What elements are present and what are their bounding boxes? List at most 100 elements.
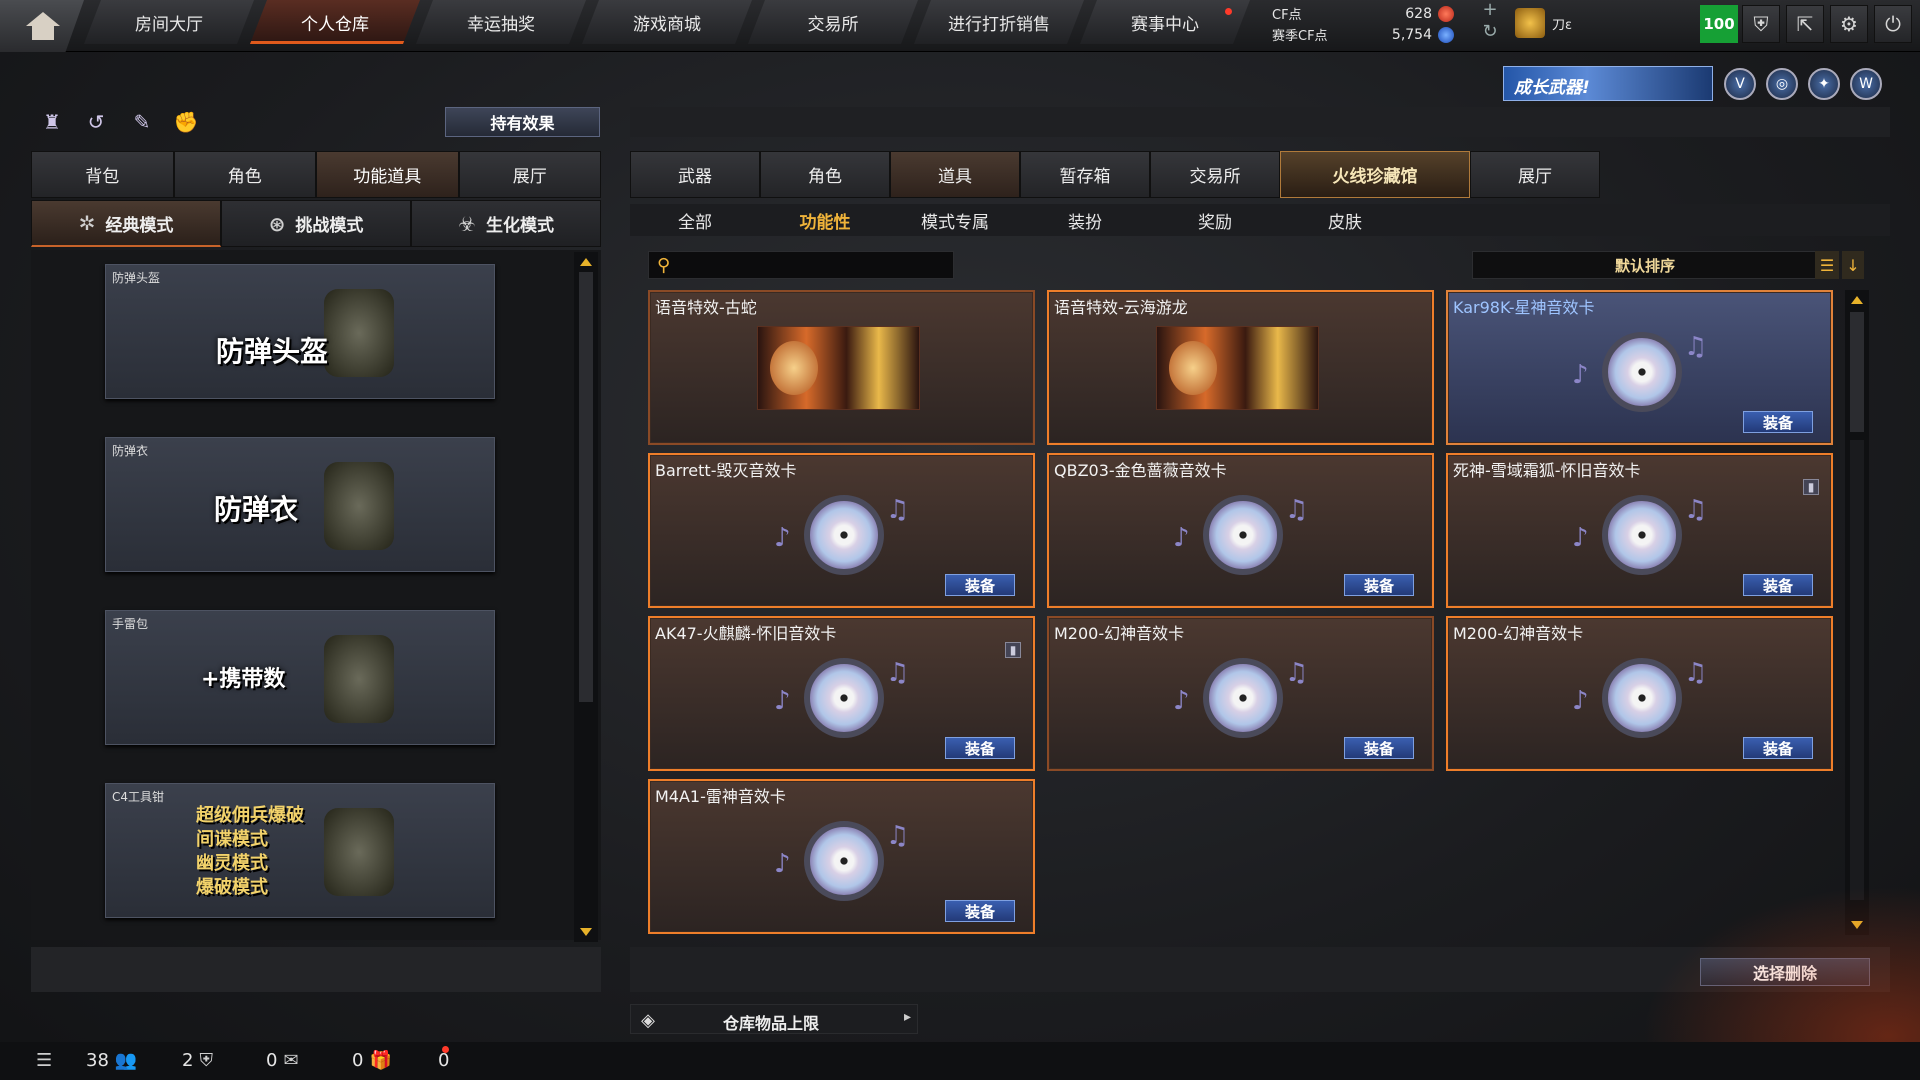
list-icon: ☰ <box>36 1050 53 1071</box>
tab-lucky-draw[interactable]: 幸运抽奖 <box>416 0 586 44</box>
item-card[interactable]: Barrett-毁灭音效卡 ♪ ♫ 装备 <box>648 453 1035 608</box>
subtab-functional[interactable]: 功能性 <box>760 204 890 236</box>
scroll-down-icon[interactable] <box>1851 921 1863 929</box>
sort-dropdown[interactable]: 默认排序 <box>1472 251 1818 279</box>
music-note-icon: ♫ <box>1684 332 1708 362</box>
scroll-up-icon[interactable] <box>1851 296 1863 304</box>
tab-challenge-mode[interactable]: ⊛ 挑战模式 <box>221 200 411 247</box>
w-badge-icon[interactable]: W <box>1850 68 1882 100</box>
equip-button[interactable]: 装备 <box>945 574 1015 596</box>
tab-discount-sale[interactable]: 进行打折销售 <box>914 0 1084 44</box>
equip-button[interactable]: 装备 <box>945 900 1015 922</box>
tab-characters[interactable]: 角色 <box>760 151 890 198</box>
held-effects-button[interactable]: 持有效果 <box>445 107 600 137</box>
tab-showroom-inv[interactable]: 展厅 <box>1470 151 1600 198</box>
slot-grenade-pack[interactable]: 手雷包 +携带数 <box>105 610 495 745</box>
crest-badge-icon[interactable]: ✦ <box>1808 68 1840 100</box>
power-icon[interactable]: ⏻ <box>1874 5 1912 43</box>
status-gifts[interactable]: 0 🎁 <box>352 1050 392 1071</box>
subtab-all[interactable]: 全部 <box>630 204 760 236</box>
sound-card-disc-icon: ♪ ♫ <box>1566 493 1716 578</box>
status-notifications[interactable]: 0 <box>438 1050 449 1071</box>
item-card[interactable]: M200-幻神音效卡 ♪ ♫ 装备 <box>1047 616 1434 771</box>
equip-button[interactable]: 装备 <box>1743 574 1813 596</box>
settings-gear-icon[interactable]: ⚙ <box>1830 5 1868 43</box>
tab-collection-hall[interactable]: 火线珍藏馆 <box>1280 151 1470 198</box>
item-card[interactable]: QBZ03-金色蔷薇音效卡 ♪ ♫ 装备 <box>1047 453 1434 608</box>
shield-icon[interactable]: ⛨ <box>1742 5 1780 43</box>
sort-list-icon[interactable]: ☰ <box>1815 251 1839 279</box>
tab-function-items[interactable]: 功能道具 <box>316 151 459 198</box>
refresh-icon[interactable]: ↻ <box>1482 23 1498 41</box>
item-card[interactable]: Kar98K-星神音效卡 ♪ ♫ 装备 <box>1446 290 1833 445</box>
pliers-icon <box>324 808 394 896</box>
music-note-icon: ♪ <box>1572 686 1589 716</box>
slot-helmet[interactable]: 防弹头盔 防弹头盔 <box>105 264 495 399</box>
status-messages[interactable]: 0 ✉ <box>266 1050 299 1071</box>
scroll-up-icon[interactable] <box>580 258 592 266</box>
exit-icon[interactable]: ⇱ <box>1786 5 1824 43</box>
tab-biochem-mode[interactable]: ☣ 生化模式 <box>411 200 601 247</box>
add-currency-icon[interactable]: + <box>1482 1 1498 19</box>
voice-effect-snake-image <box>757 326 920 410</box>
tab-exchange-inv[interactable]: 交易所 <box>1150 151 1280 198</box>
equip-button[interactable]: 装备 <box>1743 411 1813 433</box>
scroll-down-icon[interactable] <box>580 928 592 936</box>
tab-storage-box[interactable]: 暂存箱 <box>1020 151 1150 198</box>
equip-button[interactable]: 装备 <box>1344 574 1414 596</box>
item-card[interactable]: 语音特效-云海游龙 <box>1047 290 1434 445</box>
tab-game-store[interactable]: 游戏商城 <box>582 0 752 44</box>
globe-badge-icon[interactable]: ◎ <box>1766 68 1798 100</box>
search-input[interactable] <box>683 254 943 276</box>
growth-weapon-banner[interactable]: 成长武器! <box>1503 66 1713 101</box>
fist-icon[interactable]: ✊ <box>172 108 200 136</box>
home-button[interactable] <box>0 0 84 52</box>
rank-badge-icon[interactable] <box>1515 8 1545 38</box>
slot-category: 防弹头盔 <box>112 271 161 285</box>
tab-showroom[interactable]: 展厅 <box>458 151 601 198</box>
tab-event-center[interactable]: 赛事中心 <box>1080 0 1250 44</box>
tab-room-lobby[interactable]: 房间大厅 <box>84 0 254 44</box>
v-badge-icon[interactable]: V <box>1724 68 1756 100</box>
trash-icon[interactable]: ▮ <box>1005 642 1021 658</box>
slot-c4-pliers[interactable]: C4工具钳 超级佣兵爆破 间谍模式 幽灵模式 爆破模式 <box>105 783 495 918</box>
trash-icon[interactable]: ▮ <box>1803 479 1819 495</box>
subtab-rewards[interactable]: 奖励 <box>1150 204 1280 236</box>
warehouse-capacity-button[interactable]: ◈ 仓库物品上限 ▸ <box>630 1004 918 1034</box>
tab-classic-mode[interactable]: ✲ 经典模式 <box>31 200 221 247</box>
item-card[interactable]: 死神-雪域霜狐-怀旧音效卡 ▮ ♪ ♫ 装备 <box>1446 453 1833 608</box>
sort-direction-icon[interactable]: ↓ <box>1842 251 1864 279</box>
swirl-icon[interactable]: ↺ <box>82 108 110 136</box>
scroll-thumb[interactable] <box>579 272 593 702</box>
item-card[interactable]: 语音特效-古蛇 <box>648 290 1035 445</box>
tab-weapons[interactable]: 武器 <box>630 151 760 198</box>
scroll-thumb[interactable] <box>1850 312 1864 432</box>
subtab-skins[interactable]: 皮肤 <box>1280 204 1410 236</box>
item-card[interactable]: M4A1-雷神音效卡 ♪ ♫ 装备 <box>648 779 1035 934</box>
tab-exchange[interactable]: 交易所 <box>748 0 918 44</box>
tab-personal-warehouse[interactable]: 个人仓库 <box>250 0 420 44</box>
select-delete-button[interactable]: 选择删除 <box>1700 958 1870 986</box>
subtab-outfit[interactable]: 装扮 <box>1020 204 1150 236</box>
notification-dot <box>1225 8 1232 15</box>
item-grid-scrollbar[interactable] <box>1845 290 1869 935</box>
music-note-icon: ♪ <box>1173 523 1190 553</box>
slot-body-armor[interactable]: 防弹衣 防弹衣 <box>105 437 495 572</box>
scroll-track[interactable] <box>1850 440 1864 900</box>
item-card[interactable]: M200-幻神音效卡 ♪ ♫ 装备 <box>1446 616 1833 771</box>
subtab-mode-exclusive[interactable]: 模式专属 <box>890 204 1020 236</box>
feather-icon[interactable]: ✎ <box>128 108 156 136</box>
tab-items[interactable]: 道具 <box>890 151 1020 198</box>
inventory-tabs: 武器 角色 道具 暂存箱 交易所 火线珍藏馆 展厅 <box>630 151 1630 198</box>
equip-button[interactable]: 装备 <box>945 737 1015 759</box>
left-scrollbar[interactable] <box>574 252 598 942</box>
tab-backpack[interactable]: 背包 <box>31 151 174 198</box>
status-friends[interactable]: 38 👥 <box>86 1050 137 1071</box>
item-card[interactable]: AK47-火麒麟-怀旧音效卡 ▮ ♪ ♫ 装备 <box>648 616 1035 771</box>
tab-character[interactable]: 角色 <box>173 151 316 198</box>
trophy-icon[interactable]: ♜ <box>38 108 66 136</box>
status-clan[interactable]: 2 ⛨ <box>182 1050 213 1071</box>
status-menu[interactable]: ☰ <box>36 1050 52 1071</box>
equip-button[interactable]: 装备 <box>1344 737 1414 759</box>
equip-button[interactable]: 装备 <box>1743 737 1813 759</box>
